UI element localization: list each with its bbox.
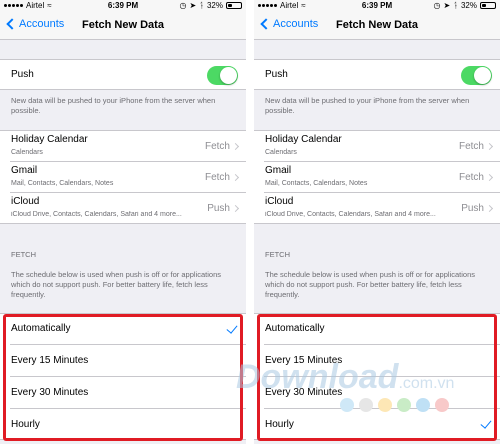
fetch-option-every-15-minutes[interactable]: Every 15 Minutes	[254, 345, 500, 377]
status-bar: Airtel ≈ 6:39 PM ◷ ➤ ᛑ 32%	[0, 0, 246, 12]
location-icon: ➤	[189, 1, 197, 10]
push-group: Push	[254, 59, 500, 90]
battery-icon	[480, 2, 496, 9]
fetch-option-label: Automatically	[11, 323, 71, 334]
fetch-option-every-30-minutes[interactable]: Every 30 Minutes	[0, 377, 246, 409]
push-row: Push	[254, 60, 500, 91]
account-name: Holiday Calendar	[11, 134, 88, 145]
account-fetch-value: Fetch	[204, 141, 230, 152]
fetch-option-hourly[interactable]: Hourly	[254, 409, 500, 440]
navigation-bar: Accounts Fetch New Data	[0, 12, 246, 40]
fetch-option-label: Every 30 Minutes	[265, 387, 343, 398]
account-row-icloud[interactable]: iCloud iCloud Drive, Contacts, Calendars…	[0, 193, 246, 224]
fetch-option-label: Automatically	[265, 323, 325, 334]
fetch-section-header: FETCH	[265, 250, 290, 259]
fetch-options-group: Automatically Every 15 Minutes Every 30 …	[254, 313, 500, 440]
fetch-option-every-30-minutes[interactable]: Every 30 Minutes	[254, 377, 500, 409]
chevron-right-icon	[485, 173, 494, 182]
push-group: Push	[0, 59, 246, 90]
account-name: iCloud	[11, 196, 40, 207]
page-title: Fetch New Data	[82, 19, 164, 31]
account-fetch-value: Push	[207, 203, 230, 214]
account-name: Gmail	[11, 165, 38, 176]
bluetooth-icon: ᛑ	[453, 1, 458, 10]
page-title: Fetch New Data	[336, 19, 418, 31]
accounts-group: Holiday Calendar Calendars Fetch Gmail M…	[254, 130, 500, 224]
fetch-options-group: Automatically Every 15 Minutes Every 30 …	[0, 313, 246, 440]
chevron-right-icon	[231, 173, 240, 182]
account-subtitle: Mail, Contacts, Calendars, Notes	[265, 180, 368, 187]
push-toggle[interactable]	[461, 66, 492, 85]
fetch-section-header: FETCH	[11, 250, 36, 259]
push-row: Push	[0, 60, 246, 91]
status-bar: Airtel ≈ 6:39 PM ◷ ➤ ᛑ 32%	[254, 0, 500, 12]
account-fetch-value: Fetch	[458, 141, 484, 152]
fetch-option-every-15-minutes[interactable]: Every 15 Minutes	[0, 345, 246, 377]
fetch-footnote: The schedule below is used when push is …	[11, 270, 221, 299]
account-subtitle: iCloud Drive, Contacts, Calendars, Safar…	[265, 211, 436, 218]
push-label: Push	[11, 69, 34, 80]
chevron-right-icon	[485, 204, 494, 213]
account-name: iCloud	[265, 196, 294, 207]
battery-icon	[226, 2, 242, 9]
phone-screen-left: Airtel ≈ 6:39 PM ◷ ➤ ᛑ 32% Accounts Fetc…	[0, 0, 246, 444]
checkmark-icon	[480, 417, 492, 429]
account-row-holiday-calendar[interactable]: Holiday Calendar Calendars Fetch	[0, 131, 246, 162]
push-toggle[interactable]	[207, 66, 238, 85]
battery-percent: 32%	[206, 1, 223, 10]
chevron-right-icon	[485, 142, 494, 151]
push-label: Push	[265, 69, 288, 80]
alarm-icon: ◷	[433, 1, 441, 10]
account-subtitle: Calendars	[11, 149, 43, 156]
phone-screen-right: Airtel ≈ 6:39 PM ◷ ➤ ᛑ 32% Accounts Fetc…	[254, 0, 500, 444]
bluetooth-icon: ᛑ	[199, 1, 204, 10]
fetch-option-automatically[interactable]: Automatically	[254, 314, 500, 345]
account-row-icloud[interactable]: iCloud iCloud Drive, Contacts, Calendars…	[254, 193, 500, 224]
account-row-holiday-calendar[interactable]: Holiday Calendar Calendars Fetch	[254, 131, 500, 162]
alarm-icon: ◷	[179, 1, 187, 10]
push-footnote: New data will be pushed to your iPhone f…	[11, 96, 216, 115]
fetch-option-label: Every 30 Minutes	[11, 387, 89, 398]
account-fetch-value: Push	[461, 203, 484, 214]
account-name: Holiday Calendar	[265, 134, 342, 145]
fetch-option-label: Hourly	[11, 419, 40, 430]
chevron-right-icon	[231, 142, 240, 151]
fetch-option-label: Every 15 Minutes	[11, 355, 89, 366]
accounts-group: Holiday Calendar Calendars Fetch Gmail M…	[0, 130, 246, 224]
checkmark-icon	[226, 322, 238, 334]
location-icon: ➤	[443, 1, 451, 10]
fetch-footnote: The schedule below is used when push is …	[265, 270, 475, 299]
navigation-bar: Accounts Fetch New Data	[254, 12, 500, 40]
account-subtitle: iCloud Drive, Contacts, Calendars, Safar…	[11, 211, 182, 218]
battery-percent: 32%	[460, 1, 477, 10]
fetch-option-label: Hourly	[265, 419, 294, 430]
fetch-option-label: Every 15 Minutes	[265, 355, 343, 366]
account-subtitle: Calendars	[265, 149, 297, 156]
account-subtitle: Mail, Contacts, Calendars, Notes	[11, 180, 114, 187]
account-row-gmail[interactable]: Gmail Mail, Contacts, Calendars, Notes F…	[254, 162, 500, 193]
fetch-option-automatically[interactable]: Automatically	[0, 314, 246, 345]
comparison-stage: Airtel ≈ 6:39 PM ◷ ➤ ᛑ 32% Accounts Fetc…	[0, 0, 500, 444]
account-name: Gmail	[265, 165, 292, 176]
chevron-right-icon	[231, 204, 240, 213]
account-fetch-value: Fetch	[458, 172, 484, 183]
fetch-option-hourly[interactable]: Hourly	[0, 409, 246, 440]
account-row-gmail[interactable]: Gmail Mail, Contacts, Calendars, Notes F…	[0, 162, 246, 193]
push-footnote: New data will be pushed to your iPhone f…	[265, 96, 470, 115]
account-fetch-value: Fetch	[204, 172, 230, 183]
